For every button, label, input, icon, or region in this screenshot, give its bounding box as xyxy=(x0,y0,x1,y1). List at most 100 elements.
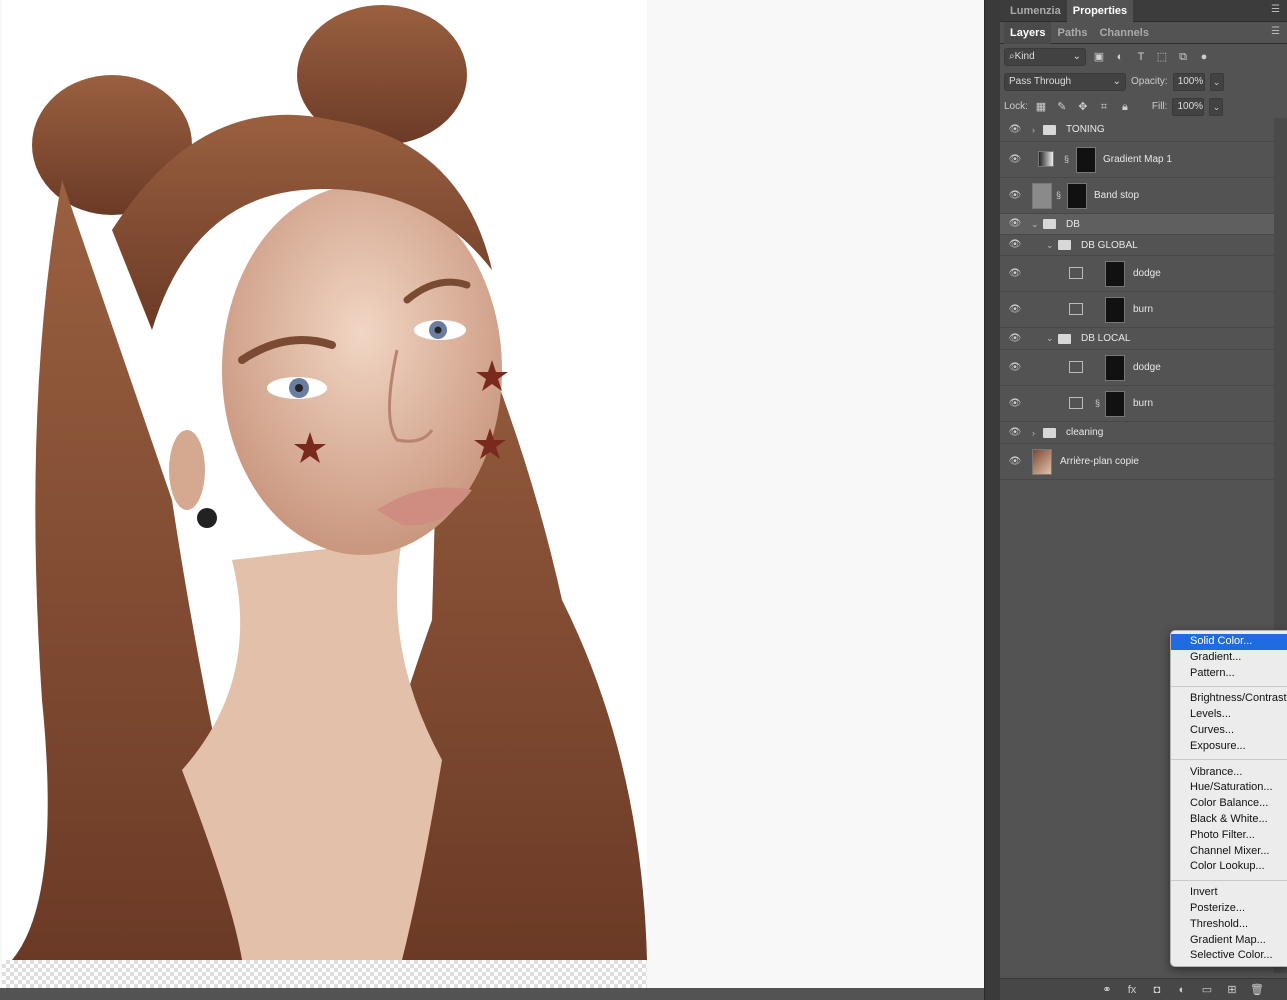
chevron-right-icon[interactable]: › xyxy=(1032,125,1035,135)
chevron-down-icon[interactable]: ⌄ xyxy=(1046,240,1054,251)
tab-properties[interactable]: Properties xyxy=(1066,0,1134,22)
eye-icon[interactable]: 👁︎ xyxy=(1008,456,1022,467)
portrait-photo xyxy=(2,0,647,988)
type-filter-icon[interactable]: T xyxy=(1133,49,1149,65)
eye-icon[interactable]: 👁︎ xyxy=(1008,268,1022,279)
layer-row-burn-global[interactable]: 👁︎ burn xyxy=(1000,292,1274,328)
eye-icon[interactable]: 👁︎ xyxy=(1008,362,1022,373)
layer-row-gradient-map[interactable]: 👁︎ § Gradient Map 1 xyxy=(1000,142,1274,178)
eye-icon[interactable]: 👁︎ xyxy=(1008,154,1022,165)
layer-name: Band stop xyxy=(1094,190,1140,201)
new-group-icon[interactable]: ▭ xyxy=(1199,983,1215,996)
eye-icon[interactable]: 👁︎ xyxy=(1008,240,1022,250)
tab-layers[interactable]: Layers xyxy=(1004,21,1052,44)
layer-row-db[interactable]: 👁︎ ⌄ DB xyxy=(1000,214,1274,235)
smart-object-filter-icon[interactable]: ⧉ xyxy=(1175,49,1191,65)
menu-item-curves[interactable]: Curves... xyxy=(1171,723,1287,739)
panel-menu-icon[interactable]: ☰ xyxy=(1271,5,1281,15)
layer-mask-thumbnail[interactable] xyxy=(1076,147,1096,173)
menu-item-solid-color[interactable]: Solid Color... xyxy=(1171,634,1287,650)
adjustment-icon[interactable]: ◐ xyxy=(1174,984,1190,996)
tab-channels[interactable]: Channels xyxy=(1093,22,1155,44)
panel-tabbar-top: Lumenzia Properties ☰ xyxy=(1000,0,1287,22)
kind-filter-dropdown[interactable]: ⌕Kind ⌄ xyxy=(1004,47,1086,66)
layer-thumbnail[interactable] xyxy=(1032,183,1052,209)
layer-row-band-stop[interactable]: 👁︎ § Band stop xyxy=(1000,178,1274,214)
menu-item-hue-saturation[interactable]: Hue/Saturation... xyxy=(1171,780,1287,796)
lock-all-icon[interactable]: 🔒︎ xyxy=(1117,99,1133,115)
menu-item-gradient-map[interactable]: Gradient Map... xyxy=(1171,933,1287,949)
fx-icon[interactable]: fx xyxy=(1124,984,1140,996)
layer-row-toning[interactable]: 👁︎ › TONING xyxy=(1000,118,1274,142)
fill-field[interactable]: 100% xyxy=(1172,97,1205,116)
layer-mask-thumbnail[interactable] xyxy=(1105,261,1125,287)
layer-row-db-global[interactable]: 👁︎ ⌄ DB GLOBAL xyxy=(1000,235,1274,256)
menu-item-photo-filter[interactable]: Photo Filter... xyxy=(1171,828,1287,844)
layer-row-db-local[interactable]: 👁︎ ⌄ DB LOCAL xyxy=(1000,328,1274,350)
curves-icon xyxy=(1069,303,1083,315)
layer-mask-thumbnail[interactable] xyxy=(1105,355,1125,381)
tab-lumenzia[interactable]: Lumenzia xyxy=(1004,0,1067,22)
layer-mask-thumbnail[interactable] xyxy=(1105,297,1125,323)
menu-item-black-white[interactable]: Black & White... xyxy=(1171,812,1287,828)
mask-icon[interactable]: ◘ xyxy=(1149,984,1165,996)
menu-item-vibrance[interactable]: Vibrance... xyxy=(1171,765,1287,781)
new-layer-icon[interactable]: ⊞ xyxy=(1224,983,1240,996)
menu-item-threshold[interactable]: Threshold... xyxy=(1171,917,1287,933)
adjustment-filter-icon[interactable]: ◐ xyxy=(1112,49,1128,65)
lock-transparent-icon[interactable]: ▦ xyxy=(1033,99,1049,115)
shape-filter-icon[interactable]: ⬚ xyxy=(1154,49,1170,65)
trash-icon[interactable]: 🗑︎ xyxy=(1249,983,1265,996)
eye-icon[interactable]: 👁︎ xyxy=(1008,190,1022,201)
eye-icon[interactable]: 👁︎ xyxy=(1008,304,1022,315)
eye-icon[interactable]: 👁︎ xyxy=(1008,124,1022,135)
chevron-down-icon[interactable]: ⌄ xyxy=(1046,333,1054,344)
canvas-scrollbar[interactable] xyxy=(0,988,984,1000)
fill-chevron-icon[interactable]: ⌄ xyxy=(1209,97,1224,116)
lock-move-icon[interactable]: ✥ xyxy=(1075,99,1091,115)
menu-item-color-lookup[interactable]: Color Lookup... xyxy=(1171,859,1287,875)
tab-paths[interactable]: Paths xyxy=(1051,22,1093,44)
layer-row-cleaning[interactable]: 👁︎ › cleaning xyxy=(1000,422,1274,444)
layers-list: 👁︎ › TONING 👁︎ § Gradient Map 1 👁︎ § Ban… xyxy=(1000,118,1274,480)
layers-menu-icon[interactable]: ☰ xyxy=(1271,27,1281,37)
layer-name: burn xyxy=(1133,304,1154,315)
layer-row-burn-local[interactable]: 👁︎ § burn xyxy=(1000,386,1274,422)
blend-mode-dropdown[interactable]: Pass Through ⌄ xyxy=(1004,72,1126,91)
layer-row-background-copy[interactable]: 👁︎ Arrière-plan copie xyxy=(1000,444,1274,480)
document-canvas[interactable] xyxy=(0,0,984,1000)
eye-icon[interactable]: 👁︎ xyxy=(1008,219,1022,229)
layer-name: dodge xyxy=(1133,362,1161,373)
eye-icon[interactable]: 👁︎ xyxy=(1008,427,1022,438)
menu-item-gradient[interactable]: Gradient... xyxy=(1171,650,1287,666)
filter-toggle-icon[interactable]: ● xyxy=(1196,49,1212,65)
menu-item-selective-color[interactable]: Selective Color... xyxy=(1171,948,1287,964)
chevron-right-icon[interactable]: › xyxy=(1032,428,1035,438)
link-icon[interactable]: ⚭ xyxy=(1099,983,1115,996)
lock-brush-icon[interactable]: ✎ xyxy=(1054,99,1070,115)
layer-row-dodge-local[interactable]: 👁︎ dodge xyxy=(1000,350,1274,386)
chevron-down-icon[interactable]: ⌄ xyxy=(1031,219,1039,230)
layer-mask-thumbnail[interactable] xyxy=(1067,183,1087,209)
layer-row-dodge-global[interactable]: 👁︎ dodge xyxy=(1000,256,1274,292)
layer-thumbnail[interactable] xyxy=(1032,449,1052,475)
lock-artboard-icon[interactable]: ⌗ xyxy=(1096,99,1112,115)
eye-icon[interactable]: 👁︎ xyxy=(1008,398,1022,409)
menu-item-pattern[interactable]: Pattern... xyxy=(1171,666,1287,682)
eye-icon[interactable]: 👁︎ xyxy=(1008,333,1022,344)
opacity-field[interactable]: 100% xyxy=(1172,72,1205,91)
chevron-down-icon: ⌄ xyxy=(1112,76,1121,87)
menu-item-posterize[interactable]: Posterize... xyxy=(1171,901,1287,917)
layer-name: DB GLOBAL xyxy=(1081,239,1138,251)
menu-item-channel-mixer[interactable]: Channel Mixer... xyxy=(1171,844,1287,860)
menu-separator xyxy=(1171,685,1287,687)
menu-item-exposure[interactable]: Exposure... xyxy=(1171,739,1287,755)
menu-item-brightness-contrast[interactable]: Brightness/Contrast... xyxy=(1171,691,1287,707)
menu-item-levels[interactable]: Levels... xyxy=(1171,707,1287,723)
menu-item-color-balance[interactable]: Color Balance... xyxy=(1171,796,1287,812)
menu-item-invert[interactable]: Invert xyxy=(1171,885,1287,901)
layer-mask-thumbnail[interactable] xyxy=(1105,391,1125,417)
pixel-filter-icon[interactable]: ▣ xyxy=(1091,49,1107,65)
opacity-chevron-icon[interactable]: ⌄ xyxy=(1209,72,1224,91)
adjustment-layer-menu: Solid Color... Gradient... Pattern... Br… xyxy=(1170,630,1287,967)
